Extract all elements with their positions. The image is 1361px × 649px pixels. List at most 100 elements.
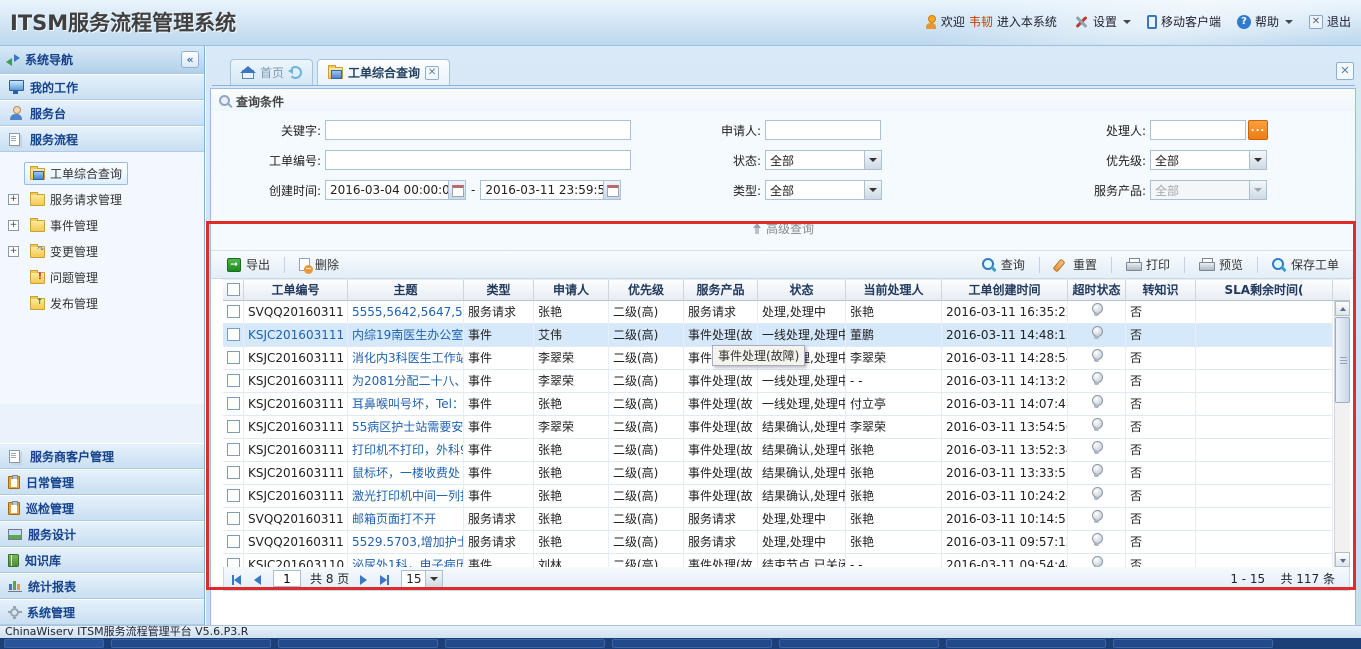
column-header-6[interactable]: 状态 <box>758 279 846 301</box>
sidebar-item-bottom-5[interactable]: 统计报表 <box>0 573 204 599</box>
column-header-5[interactable]: 服务产品 <box>684 279 758 301</box>
sidebar-tree-item-1[interactable]: +服务请求管理 <box>0 186 204 212</box>
column-header-9[interactable]: 超时状态 <box>1068 279 1126 301</box>
taskbar-button[interactable] <box>612 639 772 648</box>
sidebar-item-bottom-1[interactable]: 日常管理 <box>0 469 204 495</box>
grid-row[interactable]: SVQQ201603115555,5642,5647,56服务请求张艳二级(高)… <box>223 301 1333 324</box>
row-checkbox[interactable] <box>227 466 240 479</box>
row-checkbox[interactable] <box>227 420 240 433</box>
advanced-query-link[interactable]: 高级查询 <box>752 220 814 237</box>
tab-home[interactable]: 首页 <box>230 59 313 85</box>
grid-row[interactable]: KSJC20160311155病区护士站需要安装事件李翠荣二级(高)事件处理(故… <box>223 416 1333 439</box>
grid-row[interactable]: KSJC201603110泌尿外1科，电子病历事件刘林二级(高)事件处理(故结束… <box>223 554 1333 567</box>
subject-link[interactable]: 5555,5642,5647,56 <box>348 301 464 324</box>
select-all-checkbox[interactable] <box>227 283 240 296</box>
chevron-down-icon[interactable] <box>864 181 881 199</box>
taskbar-start[interactable] <box>4 639 104 648</box>
row-checkbox[interactable] <box>227 328 240 341</box>
taskbar-button[interactable] <box>111 639 271 648</box>
subject-link[interactable]: 激光打印机中间一列打 <box>348 485 464 508</box>
subject-link[interactable]: 5529.5703,增加护士 <box>348 531 464 554</box>
grid-row[interactable]: SVQQ201603115529.5703,增加护士服务请求张艳二级(高)服务请… <box>223 531 1333 554</box>
row-checkbox[interactable] <box>227 374 240 387</box>
column-header-0[interactable]: 工单编号 <box>244 279 348 301</box>
applicant-input[interactable] <box>765 120 881 140</box>
taskbar-button[interactable] <box>278 639 438 648</box>
status-select[interactable]: 全部 <box>765 150 882 170</box>
export-button[interactable]: 导出 <box>219 253 278 276</box>
grid-row[interactable]: KSJC201603111为2081分配二十八、事件李翠荣二级(高)事件处理(故… <box>223 370 1333 393</box>
sidebar-tree-item-4[interactable]: 问题管理 <box>0 264 204 290</box>
taskbar-button[interactable] <box>1113 639 1273 648</box>
chevron-down-icon[interactable] <box>425 571 442 587</box>
sidebar-tree-item-0[interactable]: 工单综合查询 <box>0 160 204 186</box>
chevron-down-icon[interactable] <box>864 151 881 169</box>
row-checkbox[interactable] <box>227 443 240 456</box>
taskbar-button[interactable] <box>445 639 605 648</box>
prev-page-button[interactable] <box>249 571 267 587</box>
subject-link[interactable]: 耳鼻喉叫号坏，Tel： <box>348 393 464 416</box>
scrollbar-thumb[interactable] <box>1335 317 1350 403</box>
vertical-scrollbar[interactable] <box>1334 301 1350 567</box>
scroll-up-button[interactable] <box>1335 301 1350 316</box>
subject-link[interactable]: 鼠标坏，一楼收费处 <box>348 462 464 485</box>
subject-link[interactable]: 消化内3科医生工作站 <box>348 347 464 370</box>
row-checkbox[interactable] <box>227 351 240 364</box>
grid-row[interactable]: SVQQ20160311邮箱页面打不开服务请求张艳二级(高)服务请求处理,处理中… <box>223 508 1333 531</box>
grid-row[interactable]: KSJC201603111鼠标坏，一楼收费处事件张艳二级(高)事件处理(故结果确… <box>223 462 1333 485</box>
sidebar-tree-item-3[interactable]: +变更管理 <box>0 238 204 264</box>
expand-icon[interactable]: + <box>8 194 19 205</box>
taskbar-button[interactable] <box>946 639 1106 648</box>
calendar-icon[interactable] <box>448 181 465 199</box>
expand-icon[interactable]: + <box>8 246 19 257</box>
save-order-button[interactable]: 保存工单 <box>1264 253 1347 276</box>
created-from-field[interactable]: 2016-03-04 00:00:00 <box>325 180 466 200</box>
sidebar-tree-item-5[interactable]: 发布管理 <box>0 290 204 316</box>
priority-select[interactable]: 全部 <box>1150 150 1267 170</box>
subject-link[interactable]: 55病区护士站需要安装 <box>348 416 464 439</box>
column-header-4[interactable]: 优先级 <box>609 279 684 301</box>
refresh-icon[interactable] <box>289 66 302 79</box>
sidebar-item-bottom-4[interactable]: 知识库 <box>0 547 204 573</box>
search-button[interactable]: 查询 <box>974 253 1033 276</box>
chevron-down-icon[interactable] <box>1249 151 1266 169</box>
mobile-client-button[interactable]: 移动客户端 <box>1147 13 1221 30</box>
sidebar-collapse-button[interactable]: « <box>181 51 199 68</box>
grid-row[interactable]: KSJC201603111激光打印机中间一列打事件张艳二级(高)事件处理(故结果… <box>223 485 1333 508</box>
delete-button[interactable]: 删除 <box>291 253 347 276</box>
print-button[interactable]: 打印 <box>1118 253 1178 276</box>
grid-row[interactable]: KSJC201603111耳鼻喉叫号坏，Tel：事件张艳二级(高)事件处理(故一… <box>223 393 1333 416</box>
preview-button[interactable]: 预览 <box>1191 253 1251 276</box>
created-to-field[interactable]: 2016-03-11 23:59:59 <box>480 180 621 200</box>
row-checkbox[interactable] <box>227 489 240 502</box>
row-checkbox[interactable] <box>227 558 240 567</box>
grid-row[interactable]: KSJC201603111内综19南医生办公室事件艾伟二级(高)事件处理(故一线… <box>223 324 1333 347</box>
column-header-10[interactable]: 转知识 <box>1126 279 1196 301</box>
order-no-input[interactable] <box>325 150 631 170</box>
page-number-input[interactable] <box>273 570 301 587</box>
sidebar-item-bottom-3[interactable]: 服务设计 <box>0 521 204 547</box>
first-page-button[interactable] <box>229 571 247 587</box>
grid-row[interactable]: KSJC201603111打印机不打印，外科9事件张艳二级(高)事件处理(故结果… <box>223 439 1333 462</box>
row-checkbox[interactable] <box>227 397 240 410</box>
sidebar-item-bottom-6[interactable]: 系统管理 <box>0 599 204 625</box>
keyword-input[interactable] <box>325 120 631 140</box>
sidebar-item-bottom-0[interactable]: 服务商客户管理 <box>0 443 204 469</box>
column-header-7[interactable]: 当前处理人 <box>846 279 942 301</box>
tab-order-query[interactable]: 工单综合查询 ✕ <box>317 59 450 85</box>
reset-button[interactable]: 重置 <box>1046 253 1105 276</box>
panel-close-button[interactable]: ✕ <box>1336 62 1354 80</box>
settings-menu-button[interactable]: 设置 <box>1073 13 1131 30</box>
sidebar-item-top-1[interactable]: 服务台 <box>0 100 204 126</box>
column-header-3[interactable]: 申请人 <box>534 279 609 301</box>
next-page-button[interactable] <box>354 571 372 587</box>
column-header-1[interactable]: 主题 <box>348 279 464 301</box>
sidebar-item-top-0[interactable]: 我的工作 <box>0 74 204 100</box>
row-checkbox[interactable] <box>227 305 240 318</box>
page-size-select[interactable]: 15 <box>401 570 443 588</box>
handler-input[interactable] <box>1150 120 1246 140</box>
subject-link[interactable]: 泌尿外1科，电子病历 <box>348 554 464 567</box>
logout-button[interactable]: ✕ 退出 <box>1309 13 1351 30</box>
calendar-icon[interactable] <box>603 181 620 199</box>
sidebar-tree-item-2[interactable]: +事件管理 <box>0 212 204 238</box>
